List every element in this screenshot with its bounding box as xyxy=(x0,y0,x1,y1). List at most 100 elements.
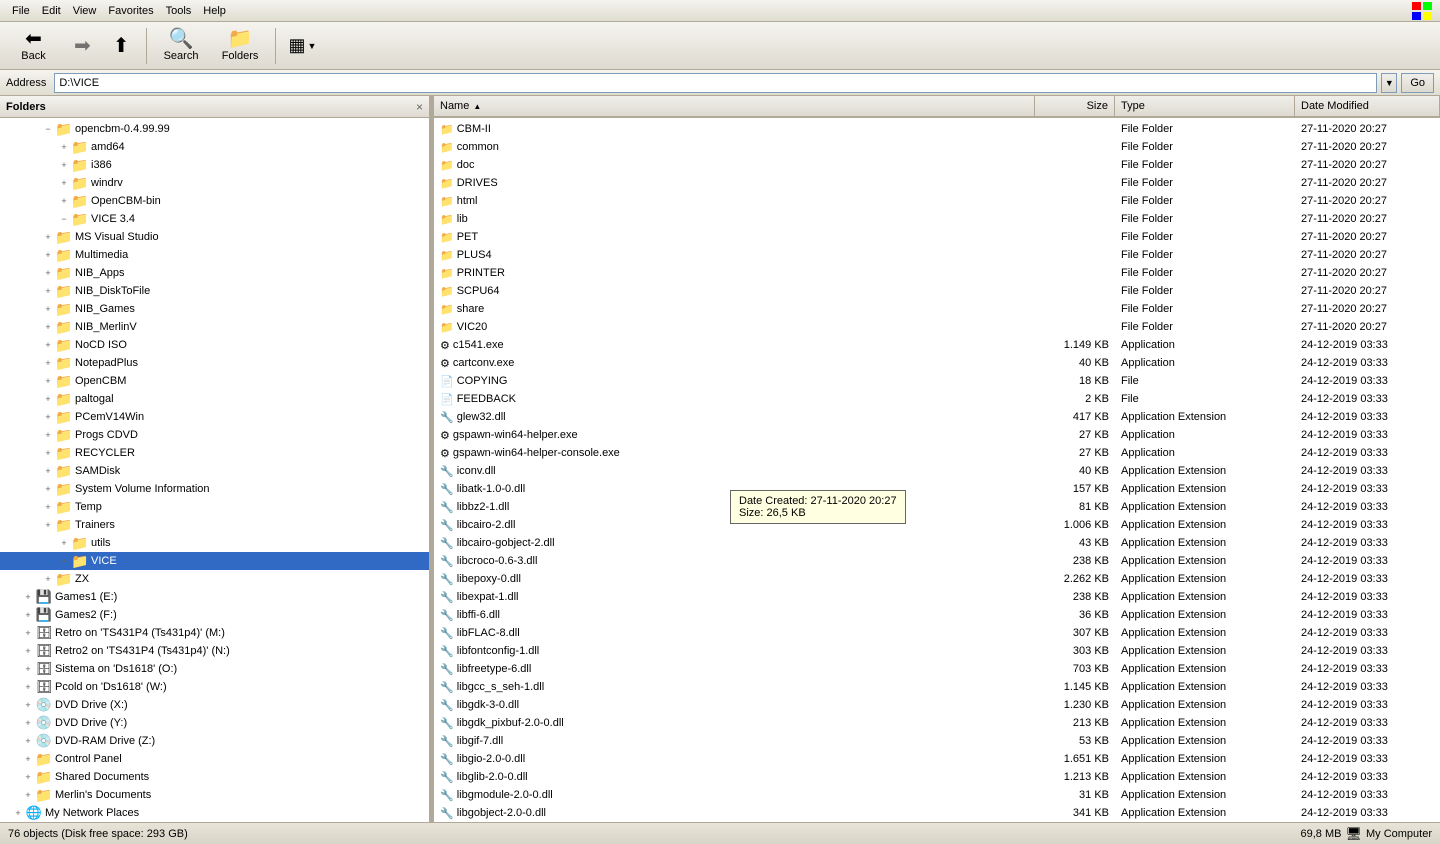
tree-item[interactable]: −📁VICE 3.4 xyxy=(0,210,429,228)
file-row[interactable]: 📁VIC20File Folder27-11-2020 20:27 xyxy=(434,318,1440,336)
tree-item[interactable]: +📁Multimedia xyxy=(0,246,429,264)
tree-expand-icon[interactable]: + xyxy=(40,571,56,587)
file-row[interactable]: 🔧libfontconfig-1.dll303 KBApplication Ex… xyxy=(434,642,1440,660)
tree-expand-icon[interactable]: + xyxy=(40,409,56,425)
tree-item[interactable]: +🗄Retro2 on 'TS431P4 (Ts431p4)' (N:) xyxy=(0,642,429,660)
menu-edit[interactable]: Edit xyxy=(36,3,67,19)
tree-item[interactable]: +📁i386 xyxy=(0,156,429,174)
file-row[interactable]: 📁docFile Folder27-11-2020 20:27 xyxy=(434,156,1440,174)
file-row[interactable]: 🔧libffi-6.dll36 KBApplication Extension2… xyxy=(434,606,1440,624)
file-row[interactable]: 📁commonFile Folder27-11-2020 20:27 xyxy=(434,138,1440,156)
file-row[interactable]: 📁libFile Folder27-11-2020 20:27 xyxy=(434,210,1440,228)
go-button[interactable]: Go xyxy=(1401,73,1434,93)
tree-expand-icon[interactable]: + xyxy=(40,445,56,461)
tree-expand-icon[interactable]: + xyxy=(20,625,36,641)
folders-close-button[interactable]: × xyxy=(416,100,423,114)
file-row[interactable]: 📁PETFile Folder27-11-2020 20:27 xyxy=(434,228,1440,246)
tree-item[interactable]: +📁RECYCLER xyxy=(0,444,429,462)
tree-item[interactable]: +📁ZX xyxy=(0,570,429,588)
tree-expand-icon[interactable]: + xyxy=(20,679,36,695)
tree-item[interactable]: +📁NIB_Apps xyxy=(0,264,429,282)
menu-help[interactable]: Help xyxy=(197,3,232,19)
tree-expand-icon[interactable]: + xyxy=(20,769,36,785)
tree-item[interactable]: +📁paltogal xyxy=(0,390,429,408)
file-row[interactable]: 📁PRINTERFile Folder27-11-2020 20:27 xyxy=(434,264,1440,282)
tree-expand-icon[interactable]: + xyxy=(20,715,36,731)
folders-tree[interactable]: −📁opencbm-0.4.99.99+📁amd64+📁i386+📁windrv… xyxy=(0,118,429,822)
tree-expand-icon[interactable]: + xyxy=(40,499,56,515)
tree-expand-icon[interactable]: − xyxy=(56,211,72,227)
file-row[interactable]: 🔧libgif-7.dll53 KBApplication Extension2… xyxy=(434,732,1440,750)
tree-expand-icon[interactable]: + xyxy=(10,805,26,821)
file-row[interactable]: 🔧libbz2-1.dll81 KBApplication Extension2… xyxy=(434,498,1440,516)
file-row[interactable]: 🔧libcroco-0.6-3.dll238 KBApplication Ext… xyxy=(434,552,1440,570)
tree-item[interactable]: +📁NIB_DiskToFile xyxy=(0,282,429,300)
tree-item[interactable]: +📁NIB_MerlinV xyxy=(0,318,429,336)
tree-item[interactable]: +📁OpenCBM-bin xyxy=(0,192,429,210)
file-row[interactable]: 🔧libgcc_s_seh-1.dll1.145 KBApplication E… xyxy=(434,678,1440,696)
forward-button[interactable]: ➡ xyxy=(65,25,100,67)
file-row[interactable]: 🔧glew32.dll417 KBApplication Extension24… xyxy=(434,408,1440,426)
col-header-date[interactable]: Date Modified xyxy=(1295,96,1440,116)
tree-item[interactable]: +📁System Volume Information xyxy=(0,480,429,498)
tree-expand-icon[interactable]: + xyxy=(20,751,36,767)
tree-expand-icon[interactable]: + xyxy=(20,589,36,605)
tree-expand-icon[interactable]: + xyxy=(40,517,56,533)
tree-expand-icon[interactable]: + xyxy=(40,265,56,281)
tree-expand-icon[interactable]: + xyxy=(40,463,56,479)
file-row[interactable]: 🔧libepoxy-0.dll2.262 KBApplication Exten… xyxy=(434,570,1440,588)
files-list[interactable]: 📁C64File Folder27-11-2020 20:27📁C64DTVFi… xyxy=(434,118,1440,822)
file-row[interactable]: 🔧libFLAC-8.dll307 KBApplication Extensio… xyxy=(434,624,1440,642)
file-row[interactable]: 📁DRIVESFile Folder27-11-2020 20:27 xyxy=(434,174,1440,192)
file-row[interactable]: 🔧libfreetype-6.dll703 KBApplication Exte… xyxy=(434,660,1440,678)
file-row[interactable]: 📁CBM-IIFile Folder27-11-2020 20:27 xyxy=(434,120,1440,138)
tree-expand-icon[interactable]: + xyxy=(20,643,36,659)
file-row[interactable]: ⚙gspawn-win64-helper-console.exe27 KBApp… xyxy=(434,444,1440,462)
file-row[interactable]: 🔧libcairo-2.dll1.006 KBApplication Exten… xyxy=(434,516,1440,534)
tree-item[interactable]: +📁SAMDisk xyxy=(0,462,429,480)
tree-item[interactable]: +📁utils xyxy=(0,534,429,552)
tree-expand-icon[interactable]: + xyxy=(40,301,56,317)
tree-expand-icon[interactable]: + xyxy=(56,535,72,551)
tree-expand-icon[interactable]: + xyxy=(20,661,36,677)
tree-expand-icon[interactable]: + xyxy=(40,427,56,443)
tree-expand-icon[interactable]: + xyxy=(40,319,56,335)
tree-item[interactable]: +🗄Pcold on 'Ds1618' (W:) xyxy=(0,678,429,696)
file-row[interactable]: 🔧libcairo-gobject-2.dll43 KBApplication … xyxy=(434,534,1440,552)
file-row[interactable]: 🔧libglib-2.0-0.dll1.213 KBApplication Ex… xyxy=(434,768,1440,786)
address-input-display[interactable]: D:\VICE xyxy=(54,73,1377,93)
tree-item[interactable]: +📁OpenCBM xyxy=(0,372,429,390)
file-row[interactable]: 🔧libgdk_pixbuf-2.0-0.dll213 KBApplicatio… xyxy=(434,714,1440,732)
tree-item[interactable]: +💾Games2 (F:) xyxy=(0,606,429,624)
tree-item[interactable]: +📁NoCD ISO xyxy=(0,336,429,354)
file-row[interactable]: 🔧libgdk-3-0.dll1.230 KBApplication Exten… xyxy=(434,696,1440,714)
tree-item[interactable]: +📁Merlin's Documents xyxy=(0,786,429,804)
address-dropdown-button[interactable]: ▼ xyxy=(1381,73,1397,93)
file-row[interactable]: 🔧iconv.dll40 KBApplication Extension24-1… xyxy=(434,462,1440,480)
tree-expand-icon[interactable]: + xyxy=(20,697,36,713)
menu-view[interactable]: View xyxy=(67,3,103,19)
file-row[interactable]: 📁PLUS4File Folder27-11-2020 20:27 xyxy=(434,246,1440,264)
tree-expand-icon[interactable]: + xyxy=(40,283,56,299)
tree-item[interactable]: −📁opencbm-0.4.99.99 xyxy=(0,120,429,138)
views-button[interactable]: ▦ ▼ xyxy=(283,25,323,67)
tree-item[interactable]: +📁amd64 xyxy=(0,138,429,156)
menu-tools[interactable]: Tools xyxy=(160,3,198,19)
tree-item[interactable]: +📁Trainers xyxy=(0,516,429,534)
file-row[interactable]: 📄COPYING18 KBFile24-12-2019 03:33 xyxy=(434,372,1440,390)
file-row[interactable]: ⚙cartconv.exe40 KBApplication24-12-2019 … xyxy=(434,354,1440,372)
col-header-size[interactable]: Size xyxy=(1035,96,1115,116)
tree-expand-icon[interactable]: + xyxy=(20,607,36,623)
tree-expand-icon[interactable]: − xyxy=(40,121,56,137)
tree-item[interactable]: +📁NIB_Games xyxy=(0,300,429,318)
tree-expand-icon[interactable]: + xyxy=(40,247,56,263)
tree-item[interactable]: +🌐My Network Places xyxy=(0,804,429,822)
tree-expand-icon[interactable]: + xyxy=(20,733,36,749)
tree-item[interactable]: +💿DVD Drive (X:) xyxy=(0,696,429,714)
tree-item[interactable]: +📁MS Visual Studio xyxy=(0,228,429,246)
menu-favorites[interactable]: Favorites xyxy=(102,3,159,19)
menu-file[interactable]: File xyxy=(6,3,36,19)
tree-item[interactable]: +📁Shared Documents xyxy=(0,768,429,786)
file-row[interactable]: ⚙gspawn-win64-helper.exe27 KBApplication… xyxy=(434,426,1440,444)
file-row[interactable]: 🔧libexpat-1.dll238 KBApplication Extensi… xyxy=(434,588,1440,606)
